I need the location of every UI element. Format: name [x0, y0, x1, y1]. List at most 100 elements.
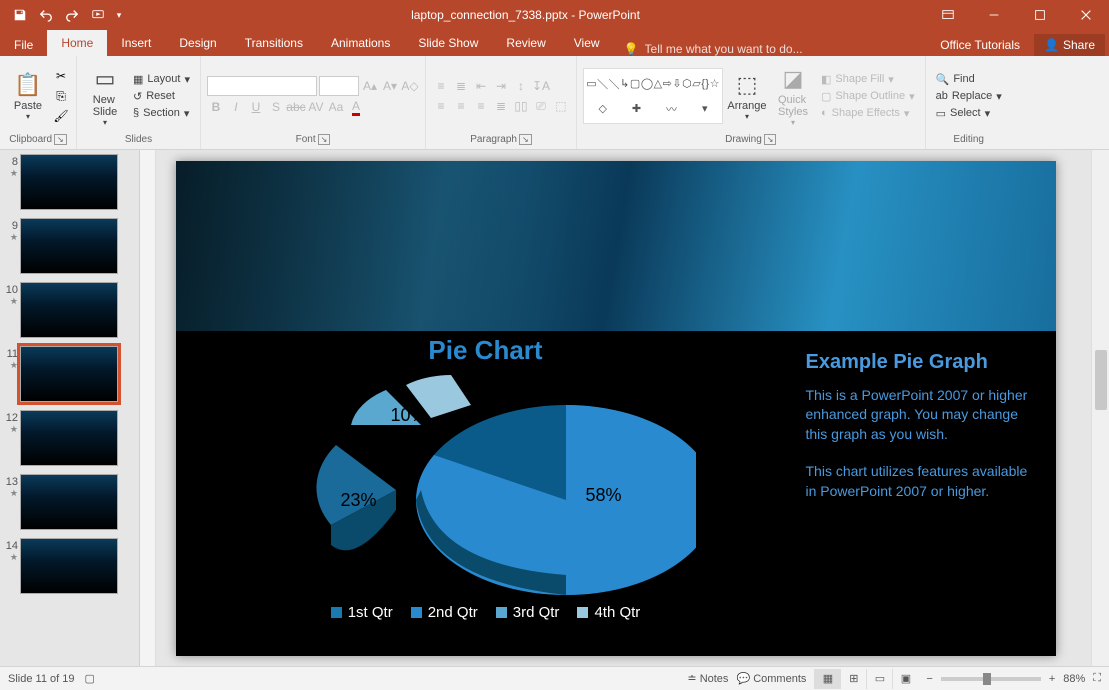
- tab-review[interactable]: Review: [492, 30, 559, 56]
- arrange-button[interactable]: ⬚ Arrange▾: [725, 72, 769, 121]
- cut-button[interactable]: ✂: [52, 67, 70, 85]
- section-button[interactable]: §Section ▾: [129, 106, 194, 121]
- tab-file[interactable]: File: [0, 34, 47, 56]
- font-name-combo[interactable]: [207, 76, 317, 96]
- shapes-gallery[interactable]: ▭＼＼↳▢◯ △⇨⇩⬡▱{ }☆◇✚〰▾: [583, 68, 723, 124]
- shape-arrow-icon[interactable]: ⇩: [672, 77, 681, 90]
- char-spacing-button[interactable]: AV: [307, 98, 325, 116]
- slide-thumbnail[interactable]: [20, 410, 118, 466]
- shape-effects-button[interactable]: ◐Shape Effects ▾: [817, 106, 919, 121]
- zoom-out-button[interactable]: −: [926, 673, 932, 685]
- shape-line-icon[interactable]: ＼: [597, 76, 608, 92]
- shape-rectangle-icon[interactable]: ▭: [586, 77, 596, 90]
- slide-thumbnail[interactable]: [20, 474, 118, 530]
- tab-design[interactable]: Design: [165, 30, 230, 56]
- save-button[interactable]: [8, 3, 32, 27]
- smartart-button[interactable]: ⬚: [552, 97, 570, 115]
- normal-view-button[interactable]: ▦: [814, 669, 840, 689]
- increase-font-button[interactable]: A▴: [361, 77, 379, 95]
- dialog-launcher-icon[interactable]: ↘: [318, 134, 331, 145]
- reading-view-button[interactable]: ▭: [866, 669, 892, 689]
- format-painter-button[interactable]: 🖌: [52, 107, 70, 125]
- find-button[interactable]: 🔍Find: [932, 72, 1006, 87]
- zoom-in-button[interactable]: +: [1049, 673, 1055, 685]
- pie-chart[interactable]: 58% 23% 10% 9%: [276, 370, 696, 600]
- shape-oval-icon[interactable]: ◯: [641, 77, 653, 90]
- align-text-button[interactable]: ⎚: [532, 97, 550, 115]
- dialog-launcher-icon[interactable]: ↘: [519, 134, 532, 145]
- increase-indent-button[interactable]: ⇥: [492, 77, 510, 95]
- maximize-button[interactable]: [1017, 0, 1063, 30]
- text-direction-button[interactable]: ↧A: [532, 77, 550, 95]
- italic-button[interactable]: I: [227, 98, 245, 116]
- vertical-scrollbar[interactable]: [1091, 150, 1109, 666]
- slide[interactable]: Pie Chart: [176, 161, 1056, 656]
- shape-outline-button[interactable]: ▢Shape Outline ▾: [817, 89, 919, 104]
- shape-plus-icon[interactable]: ✚: [632, 102, 641, 115]
- zoom-slider-knob[interactable]: [983, 673, 991, 685]
- office-tutorials-link[interactable]: Office Tutorials: [930, 34, 1030, 56]
- shapes-more-icon[interactable]: ▾: [702, 102, 708, 115]
- slide-thumbnail[interactable]: [20, 346, 118, 402]
- shape-callout-icon[interactable]: ▱: [692, 77, 700, 90]
- tab-insert[interactable]: Insert: [107, 30, 165, 56]
- tab-view[interactable]: View: [560, 30, 614, 56]
- redo-button[interactable]: [60, 3, 84, 27]
- slide-text-box[interactable]: Example Pie Graph This is a PowerPoint 2…: [796, 331, 1056, 656]
- customize-qat-dropdown[interactable]: ▾: [112, 3, 126, 27]
- align-center-button[interactable]: ≡: [452, 97, 470, 115]
- slide-thumbnails-panel[interactable]: 8★9★10★11★12★13★14★: [0, 150, 140, 666]
- start-from-beginning-button[interactable]: [86, 3, 110, 27]
- clear-formatting-button[interactable]: A◇: [401, 77, 419, 95]
- bold-button[interactable]: B: [207, 98, 225, 116]
- close-button[interactable]: [1063, 0, 1109, 30]
- share-button[interactable]: 👤Share: [1034, 34, 1105, 56]
- shadow-button[interactable]: S: [267, 98, 285, 116]
- numbering-button[interactable]: ≣: [452, 77, 470, 95]
- paste-button[interactable]: 📋 Paste▾: [6, 72, 50, 121]
- decrease-indent-button[interactable]: ⇤: [472, 77, 490, 95]
- layout-button[interactable]: ▦Layout ▾: [129, 72, 194, 87]
- zoom-slider[interactable]: [941, 677, 1041, 681]
- replace-button[interactable]: abReplace ▾: [932, 89, 1006, 104]
- select-button[interactable]: ▭Select ▾: [932, 106, 1006, 121]
- dialog-launcher-icon[interactable]: ↘: [764, 134, 777, 145]
- notes-button[interactable]: ≐ Notes: [687, 672, 728, 685]
- new-slide-button[interactable]: ▭ New Slide▾: [83, 66, 127, 127]
- slide-thumbnail[interactable]: [20, 154, 118, 210]
- slide-thumbnail[interactable]: [20, 218, 118, 274]
- dialog-launcher-icon[interactable]: ↘: [54, 134, 67, 145]
- shape-fill-button[interactable]: ◧Shape Fill ▾: [817, 72, 919, 87]
- copy-button[interactable]: ⎘: [52, 87, 70, 105]
- tell-me-search[interactable]: 💡: [614, 42, 931, 56]
- font-color-button[interactable]: A: [347, 98, 365, 116]
- undo-button[interactable]: [34, 3, 58, 27]
- slide-sorter-view-button[interactable]: ⊞: [840, 669, 866, 689]
- slide-thumbnail[interactable]: [20, 282, 118, 338]
- align-right-button[interactable]: ≡: [472, 97, 490, 115]
- shape-brace-icon[interactable]: {: [701, 78, 705, 90]
- zoom-level[interactable]: 88%: [1063, 673, 1085, 685]
- tab-slide-show[interactable]: Slide Show: [404, 30, 492, 56]
- shape-rect-icon[interactable]: ▢: [630, 77, 640, 90]
- shape-triangle-icon[interactable]: △: [654, 77, 662, 90]
- spell-check-icon[interactable]: ▢: [84, 672, 94, 685]
- shape-arrow-icon[interactable]: ⇨: [663, 77, 672, 90]
- align-left-button[interactable]: ≡: [432, 97, 450, 115]
- slide-counter[interactable]: Slide 11 of 19: [8, 673, 74, 685]
- line-spacing-button[interactable]: ↕: [512, 77, 530, 95]
- shape-freeform-icon[interactable]: 〰: [666, 101, 677, 117]
- justify-button[interactable]: ≣: [492, 97, 510, 115]
- ribbon-display-options-button[interactable]: [925, 0, 971, 30]
- shape-hexagon-icon[interactable]: ⬡: [682, 77, 692, 90]
- strikethrough-button[interactable]: abc: [287, 98, 305, 116]
- tab-home[interactable]: Home: [47, 30, 107, 56]
- bullets-button[interactable]: ≡: [432, 77, 450, 95]
- tab-transitions[interactable]: Transitions: [231, 30, 317, 56]
- shape-brace-icon[interactable]: }: [705, 78, 709, 90]
- slideshow-view-button[interactable]: ▣: [892, 669, 918, 689]
- font-size-combo[interactable]: [319, 76, 359, 96]
- minimize-button[interactable]: [971, 0, 1017, 30]
- underline-button[interactable]: U: [247, 98, 265, 116]
- slide-thumbnail[interactable]: [20, 538, 118, 594]
